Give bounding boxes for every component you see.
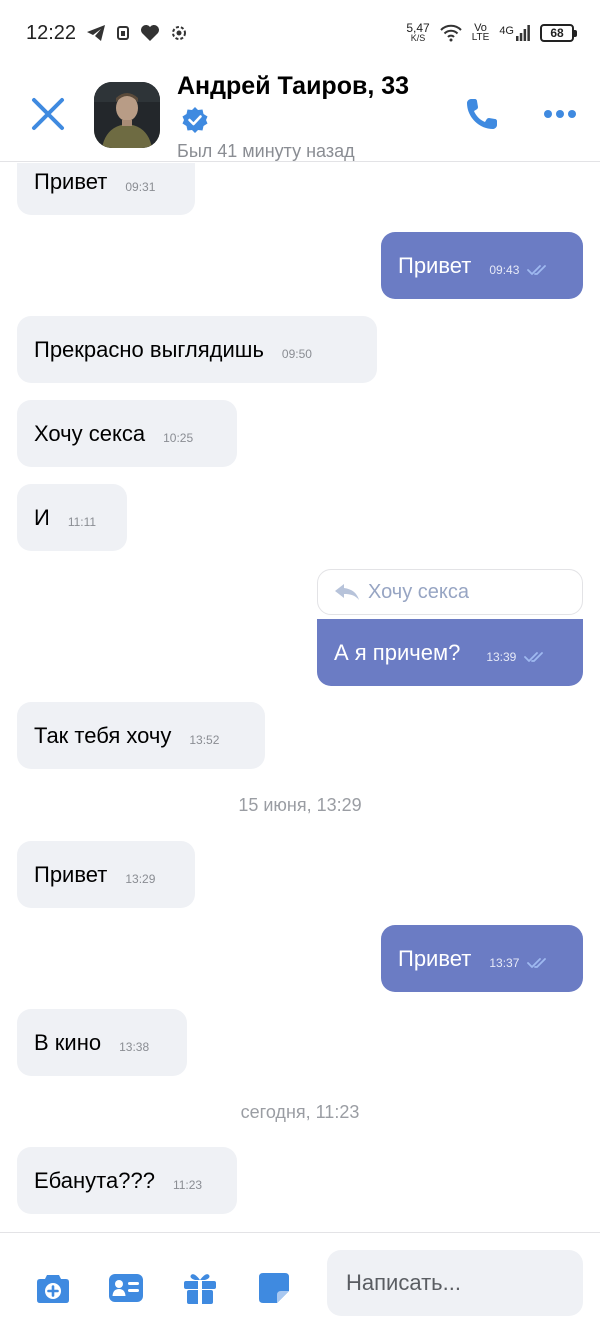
message-incoming[interactable]: В кино 13:38 (17, 1009, 187, 1076)
verified-badge-icon (181, 106, 209, 134)
close-button[interactable] (28, 94, 68, 134)
message-time: 13:29 (125, 872, 156, 886)
message-text: А я причем? (334, 639, 461, 665)
status-bar: 12:22 5,47 K/S Vo LTE 4G 68 (0, 0, 600, 66)
avatar[interactable] (94, 82, 160, 148)
chat-header: Андрей Таиров, 33 Был 41 минуту назад (0, 66, 600, 162)
message-text: Привет (398, 252, 472, 278)
heart-app-icon (140, 24, 160, 42)
camera-button[interactable] (35, 1270, 71, 1306)
date-separator: 15 июня, 13:29 (238, 795, 362, 815)
sticker-icon (259, 1273, 289, 1303)
message-outgoing[interactable]: Привет 13:37 (381, 925, 583, 992)
last-seen-status: Был 41 минуту назад (177, 141, 355, 161)
message-text: Привет (34, 169, 108, 194)
gift-icon (184, 1274, 216, 1304)
message-incoming[interactable]: Так тебя хочу 13:52 (17, 702, 265, 769)
camera-icon (37, 1275, 69, 1303)
call-button[interactable] (462, 94, 502, 134)
more-dots-icon (544, 110, 576, 118)
message-text: Хочу секса (34, 420, 146, 446)
sim-icon (116, 25, 130, 41)
reply-arrow-icon (335, 584, 359, 600)
reply-quote[interactable]: Хочу секса (317, 569, 583, 615)
status-time: 12:22 (26, 21, 77, 44)
message-time: 11:23 (172, 1178, 203, 1192)
battery-indicator: 68 (540, 24, 577, 42)
message-time: 09:31 (125, 179, 156, 194)
message-outgoing[interactable]: Привет 09:43 (381, 232, 583, 299)
message-incoming[interactable]: Привет 09:31 (17, 163, 195, 215)
message-time: 09:43 (489, 263, 520, 277)
settings-icon (170, 24, 188, 42)
wifi-icon (439, 24, 462, 42)
read-checkmarks-icon (527, 958, 547, 968)
message-text: Привет (34, 861, 108, 887)
message-text: И (34, 504, 50, 530)
message-text: Привет (398, 945, 472, 971)
date-separator: сегодня, 11:23 (240, 1102, 360, 1122)
phone-icon (467, 99, 497, 129)
close-icon (32, 98, 64, 130)
message-time: 11:11 (67, 515, 97, 529)
message-time: 10:25 (163, 431, 194, 445)
message-text: Прекрасно выглядишь (34, 336, 264, 362)
more-options-button[interactable] (540, 102, 580, 126)
gift-button[interactable] (182, 1270, 218, 1306)
message-input[interactable] (327, 1250, 583, 1316)
avatar-photo (94, 82, 160, 148)
message-time: 13:52 (189, 733, 220, 747)
signal-icon: 4G (499, 25, 530, 41)
reply-quote-text: Хочу секса (368, 580, 469, 603)
message-incoming[interactable]: Хочу секса 10:25 (17, 400, 237, 467)
read-checkmarks-icon (527, 265, 547, 275)
message-text: В кино (34, 1029, 102, 1055)
contact-card-button[interactable] (108, 1270, 144, 1306)
volte-indicator: Vo LTE (471, 22, 490, 43)
message-list[interactable]: Привет 09:31 Привет 09:43 Прекрасно выгл… (0, 163, 600, 1231)
message-text: Ебанута??? (34, 1167, 155, 1193)
message-incoming[interactable]: Ебанута??? 11:23 (17, 1147, 237, 1214)
message-text: Так тебя хочу (34, 722, 172, 748)
message-composer (0, 1232, 600, 1332)
message-time: 13:37 (489, 956, 520, 970)
read-checkmarks-icon (524, 652, 544, 662)
message-incoming[interactable]: Прекрасно выглядишь 09:50 (17, 316, 377, 383)
telegram-icon (86, 24, 106, 42)
message-time: 13:38 (119, 1040, 150, 1054)
message-time: 09:50 (281, 347, 312, 361)
message-outgoing[interactable]: А я причем? 13:39 (317, 619, 583, 686)
contact-card-icon (109, 1274, 143, 1302)
message-incoming[interactable]: И 11:11 (17, 484, 127, 551)
message-incoming[interactable]: Привет 13:29 (17, 841, 195, 908)
message-time: 13:39 (486, 650, 517, 664)
contact-name[interactable]: Андрей Таиров, 33 (177, 72, 409, 101)
sticker-button[interactable] (256, 1270, 292, 1306)
network-speed: 5,47 K/S (406, 21, 430, 43)
